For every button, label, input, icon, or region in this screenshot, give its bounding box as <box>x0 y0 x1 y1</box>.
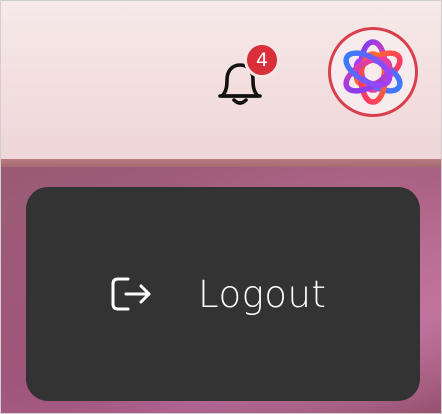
logout-icon <box>111 277 151 311</box>
top-bar-divider <box>1 159 441 167</box>
user-avatar[interactable] <box>328 27 418 117</box>
user-menu: Logout <box>26 187 420 401</box>
logout-label: Logout <box>198 272 327 316</box>
notification-count-badge: 4 <box>244 42 280 78</box>
flower-logo-icon <box>343 39 403 105</box>
app-window: 4 Logout <box>0 0 442 414</box>
logout-button[interactable]: Logout <box>106 267 326 321</box>
